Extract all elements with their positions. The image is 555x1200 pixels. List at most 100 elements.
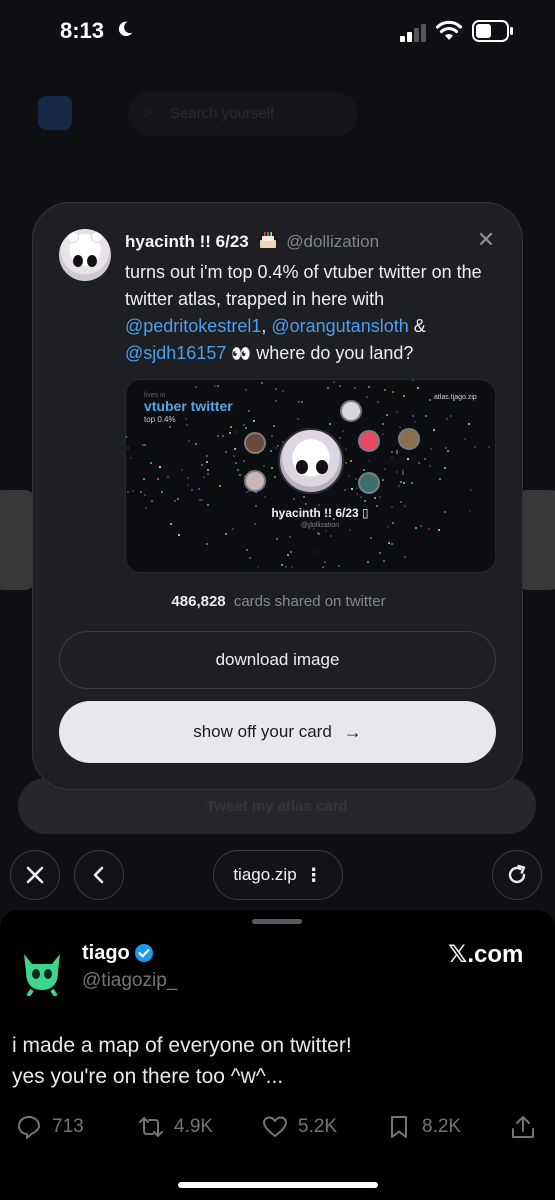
star-dot [449, 415, 452, 418]
more-options-icon[interactable]: ⋮ [305, 865, 323, 886]
star-dot [402, 481, 405, 484]
star-dot [318, 533, 321, 536]
star-dot [281, 389, 284, 392]
star-dot [302, 496, 305, 499]
eyes-emoji-icon: 👀 [231, 346, 252, 363]
mention-link[interactable]: @orangutansloth [271, 316, 408, 336]
star-dot [419, 525, 422, 528]
share-button[interactable] [510, 1114, 546, 1140]
show-off-card-label: show off your card [193, 722, 332, 741]
close-browser-button[interactable] [10, 850, 60, 900]
star-dot [198, 498, 201, 501]
mention-link[interactable]: @pedritokestrel1 [125, 316, 261, 336]
star-dot [181, 469, 184, 472]
star-dot [444, 447, 447, 450]
star-dot [231, 527, 234, 530]
star-dot [276, 444, 279, 447]
neighbor-avatar [358, 430, 380, 452]
star-dot [391, 450, 394, 453]
like-button[interactable]: 5.2K [262, 1114, 337, 1140]
star-dot [197, 487, 200, 490]
moon-icon [118, 21, 133, 37]
star-dot [184, 418, 187, 421]
home-indicator [178, 1182, 378, 1188]
star-dot [200, 464, 203, 467]
star-dot [381, 423, 384, 426]
star-dot [468, 423, 471, 426]
star-dot [244, 389, 247, 392]
share-card-modal: hyacinth !! 6/23 @dollization ✕ turns ou… [32, 202, 523, 790]
retweet-button[interactable]: 4.9K [138, 1114, 213, 1140]
avatar [24, 954, 60, 996]
reload-icon [508, 864, 526, 884]
star-dot [416, 386, 419, 389]
star-dot [195, 442, 198, 445]
download-image-button[interactable]: download image [59, 631, 496, 689]
star-dot [378, 551, 381, 554]
star-dot [213, 385, 216, 388]
mention-link[interactable]: @sjdh16157 [125, 343, 226, 363]
star-dot [178, 533, 181, 536]
reload-button[interactable] [492, 850, 542, 900]
star-dot [445, 418, 448, 421]
star-dot [253, 522, 256, 525]
star-dot [429, 399, 432, 402]
status-bar: 8:13 [0, 0, 555, 64]
url-pill[interactable]: tiago.zip ⋮ [213, 850, 343, 900]
star-dot [404, 505, 407, 508]
star-dot [233, 455, 236, 458]
star-dot [290, 551, 293, 554]
star-dot [403, 394, 406, 397]
star-dot [169, 522, 172, 525]
source-link[interactable]: 𝕏.com [448, 940, 523, 969]
star-dot [142, 477, 145, 480]
star-dot [297, 418, 300, 421]
bookmark-button[interactable]: 8.2K [386, 1114, 461, 1140]
star-dot [347, 475, 350, 478]
tweet-author-handle[interactable]: @tiagozip_ [82, 970, 177, 992]
reply-icon [18, 1116, 40, 1139]
star-dot [345, 447, 348, 450]
sheet-drag-handle[interactable] [252, 919, 302, 924]
star-dot [238, 473, 241, 476]
star-dot [216, 384, 219, 387]
background-search-placeholder: Search yourself [170, 105, 275, 122]
star-dot [225, 532, 228, 535]
star-dot [332, 381, 335, 384]
star-dot [173, 500, 176, 503]
star-dot [439, 477, 442, 480]
star-dot [354, 478, 357, 481]
star-dot [363, 469, 366, 472]
preview-site: atlas.tiago.zip [434, 394, 477, 401]
star-dot [414, 421, 417, 424]
star-dot [425, 414, 428, 417]
star-dot [187, 477, 190, 480]
star-dot [367, 560, 370, 563]
star-dot [257, 565, 260, 568]
star-dot [411, 414, 414, 417]
star-dot [400, 480, 403, 483]
modal-header: hyacinth !! 6/23 @dollization [125, 231, 379, 252]
back-button[interactable] [74, 850, 124, 900]
star-dot [129, 456, 132, 459]
tweet-author-name[interactable]: tiago [82, 942, 130, 965]
close-icon[interactable]: ✕ [475, 229, 497, 251]
star-dot [206, 461, 209, 464]
reply-button[interactable]: 713 [16, 1114, 84, 1140]
star-dot [383, 389, 386, 392]
star-dot [403, 556, 406, 559]
star-dot [206, 468, 209, 471]
star-dot [144, 443, 147, 446]
star-dot [350, 459, 353, 462]
show-off-card-button[interactable]: show off your card → [59, 701, 496, 763]
star-dot [304, 503, 307, 506]
star-dot [244, 426, 247, 429]
star-dot [150, 462, 153, 465]
star-dot [383, 468, 386, 471]
star-dot [285, 566, 288, 569]
star-dot [487, 445, 490, 448]
star-dot [391, 505, 394, 508]
star-dot [292, 498, 295, 501]
star-dot [414, 527, 417, 530]
verified-badge-icon [135, 944, 153, 962]
